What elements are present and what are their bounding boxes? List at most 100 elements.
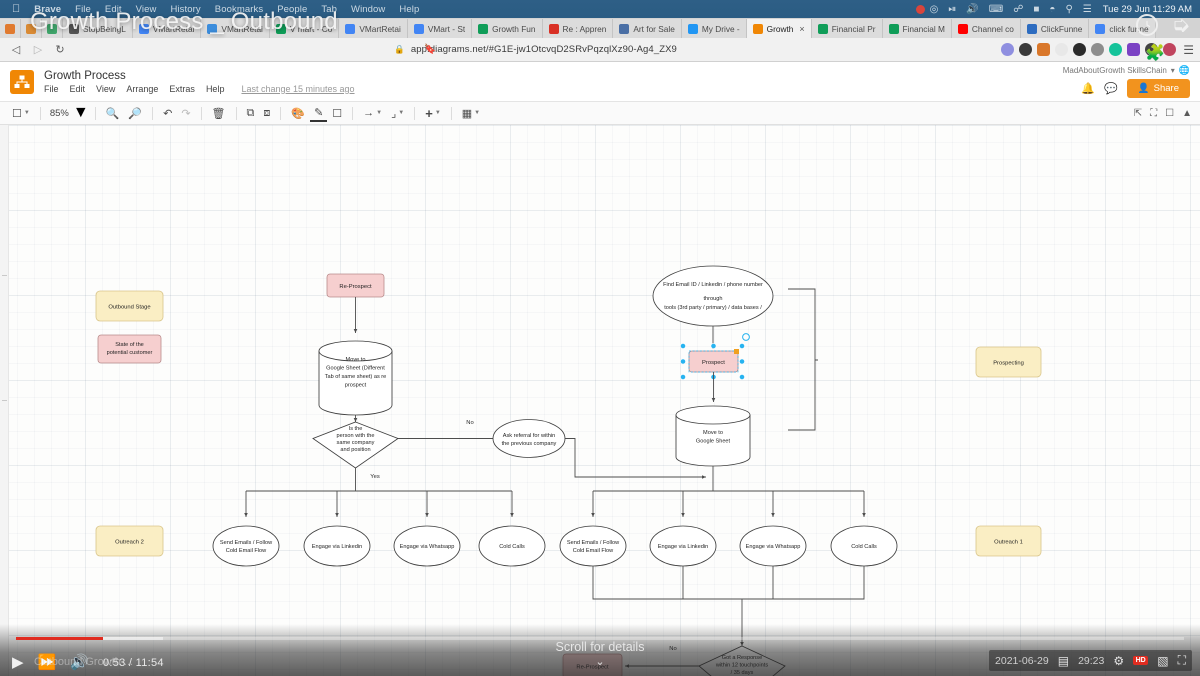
app-menu-view[interactable]: View <box>96 84 115 94</box>
browser-tab[interactable] <box>0 19 21 38</box>
control-center-icon[interactable]: ☰ <box>1078 4 1097 15</box>
node-outreach-linkedin-right[interactable]: Engage via Linkedin <box>649 525 717 567</box>
browser-tab[interactable]: Growth Fun <box>472 19 543 38</box>
brave-shields-icon[interactable] <box>1001 43 1015 56</box>
selection-handle[interactable] <box>680 358 686 365</box>
reload-icon[interactable]: ↻ <box>50 40 70 60</box>
keyboard-icon[interactable]: ⌨ <box>984 4 1008 15</box>
browser-tab[interactable]: ClickFunne <box>1020 19 1090 38</box>
app-menu-edit[interactable]: Edit <box>70 84 86 94</box>
loading-icon[interactable] <box>1055 43 1069 56</box>
screen-record-icon[interactable]: ◎ <box>925 4 944 15</box>
undo-icon[interactable]: ↶ <box>159 106 176 121</box>
spotlight-search-icon[interactable]: ⚲ <box>1060 4 1077 15</box>
metamask-icon[interactable] <box>1037 43 1051 56</box>
menubar-item-help[interactable]: Help <box>392 4 426 15</box>
selection-handle[interactable] <box>739 374 745 380</box>
trash-icon[interactable]: 🗑 <box>208 106 230 121</box>
legend-outreach-2[interactable]: Outreach 2 <box>95 525 164 557</box>
rotate-handle-icon[interactable] <box>742 333 750 341</box>
format-panel-icon[interactable]: ☐ ▼ <box>8 106 34 121</box>
app-menu-help[interactable]: Help <box>206 84 225 94</box>
video-scroll-hint[interactable]: Scroll for details ⌄ <box>0 640 1200 668</box>
node-outreach-whatsapp-right[interactable]: Engage via Whatsapp <box>739 525 807 567</box>
browser-tab[interactable]: Art for Sale <box>613 19 682 38</box>
browser-tab[interactable]: VMartRetai <box>339 19 408 38</box>
node-outreach-coldcalls-left[interactable]: Cold Calls <box>478 525 546 567</box>
node-outreach-coldcalls-right[interactable]: Cold Calls <box>830 525 898 567</box>
node-find-email[interactable]: Find Email ID / Linkedin / phone number … <box>652 265 774 327</box>
chevron-down-icon[interactable]: ▼ <box>73 104 89 122</box>
hamburger-menu-icon[interactable]: ☰ <box>1181 43 1194 57</box>
node-outreach-whatsapp-left[interactable]: Engage via Whatsapp <box>393 525 461 567</box>
browser-tab[interactable]: VMart - St <box>407 19 473 38</box>
selection-handle[interactable] <box>739 358 745 365</box>
address-input[interactable]: 🔖 🔒 app.diagrams.net/#G1E-jw1OtcvqD2SRvP… <box>72 41 999 59</box>
extension-badge-icon[interactable] <box>1127 43 1141 56</box>
comment-icon[interactable]: 💬 <box>1104 82 1118 95</box>
redo-icon[interactable]: ↷ <box>177 106 194 121</box>
zoom-out-icon[interactable]: 🔎 <box>124 106 146 121</box>
rewards-icon[interactable] <box>1019 43 1033 56</box>
format-icon[interactable]: ⛶ <box>1150 108 1157 119</box>
send-to-back-icon[interactable]: ⧈ <box>259 106 274 121</box>
wifi-icon[interactable]: ◓ <box>1044 4 1060 15</box>
share-button[interactable]: 👤 Share <box>1126 79 1190 98</box>
bluetooth-icon[interactable]: ☍ <box>1008 4 1028 15</box>
browser-tab[interactable]: My Drive - <box>681 19 747 38</box>
selection-handle[interactable] <box>710 343 717 349</box>
zoom-in-icon[interactable]: 🔍 <box>102 106 124 121</box>
legend-outreach-1[interactable]: Outreach 1 <box>975 525 1042 557</box>
volume-icon[interactable]: 🔊 <box>961 4 983 15</box>
collapse-icon[interactable]: ▲ <box>1182 108 1192 119</box>
legend-outbound-stage[interactable]: Outbound Stage <box>95 290 164 322</box>
legend-prospecting[interactable]: Prospecting <box>975 346 1042 378</box>
bell-icon[interactable]: 🔔 <box>1081 82 1095 95</box>
node-prospect-selected[interactable]: Prospect <box>680 333 750 380</box>
line-color-icon[interactable]: ✎ <box>310 105 328 122</box>
app-menu-file[interactable]: File <box>44 84 59 94</box>
last-change-label[interactable]: Last change 15 minutes ago <box>241 84 354 94</box>
app-menu-arrange[interactable]: Arrange <box>126 84 158 94</box>
node-outreach-send-emails-left[interactable]: Send Emails / Follow Cold Email Flow <box>212 525 280 567</box>
edit-badge-icon[interactable] <box>734 349 739 354</box>
fullscreen-icon[interactable]: ⇱ <box>1134 108 1142 119</box>
browser-tab-active[interactable]: Growth × <box>746 19 812 38</box>
connection-arrow-icon[interactable]: → ▼ <box>359 106 386 120</box>
browser-tab[interactable]: Financial M <box>882 19 952 38</box>
node-reprospect-top[interactable]: Re-Prospect <box>326 273 385 298</box>
node-decision-same-company[interactable]: Is the person with the same company and … <box>312 421 399 469</box>
node-ask-referral[interactable]: Ask referral for within the previous com… <box>492 419 566 458</box>
theme-icon[interactable] <box>1163 43 1177 56</box>
apple-logo-icon[interactable]:  <box>8 3 27 15</box>
back-arrow-icon[interactable]: ◁ <box>6 40 26 60</box>
time-machine-icon[interactable]: ⏯ <box>943 4 961 15</box>
record-icon[interactable] <box>915 4 925 14</box>
diagrams-net-logo-icon[interactable] <box>10 69 34 94</box>
browser-tab[interactable]: Re : Appren <box>542 19 614 38</box>
puzzle-extensions-icon[interactable]: 🧩 <box>1145 43 1165 62</box>
bring-to-front-icon[interactable]: ⧉ <box>243 106 259 121</box>
browser-tab[interactable]: Channel co <box>951 19 1021 38</box>
table-icon[interactable]: ▦ ▼ <box>458 106 484 121</box>
node-move-google-sheet[interactable]: Move to Google Sheet <box>675 405 751 467</box>
selection-handle[interactable] <box>680 374 686 380</box>
menubar-item-window[interactable]: Window <box>344 4 392 15</box>
node-outreach-send-emails-right[interactable]: Send Emails / Follow Cold Email Flow <box>559 525 627 567</box>
grammarly-icon[interactable] <box>1109 43 1123 56</box>
chevron-down-icon[interactable]: ▾ <box>1171 66 1175 75</box>
watch-later-clock-icon[interactable] <box>1135 14 1158 36</box>
selection-handle[interactable] <box>680 343 686 349</box>
fill-color-icon[interactable]: 🎨 <box>287 106 309 121</box>
globe-icon[interactable]: 🌐 <box>1179 65 1190 76</box>
flowchart-svg[interactable]: Outbound Stage State of the potential cu… <box>0 125 1200 676</box>
battery-icon[interactable]: ■ <box>1028 4 1044 15</box>
zoom-level-label[interactable]: 85% <box>47 108 72 119</box>
insert-plus-icon[interactable]: + ▼ <box>421 105 445 122</box>
node-outreach-linkedin-left[interactable]: Engage via Linkedin <box>303 525 371 567</box>
shadow-icon[interactable]: ☐ <box>328 106 346 121</box>
app-menu-extras[interactable]: Extras <box>169 84 195 94</box>
selection-handle[interactable] <box>739 343 745 349</box>
forward-arrow-icon[interactable]: ▷ <box>28 40 48 60</box>
waypoints-icon[interactable]: ⌟ ▼ <box>387 106 408 121</box>
